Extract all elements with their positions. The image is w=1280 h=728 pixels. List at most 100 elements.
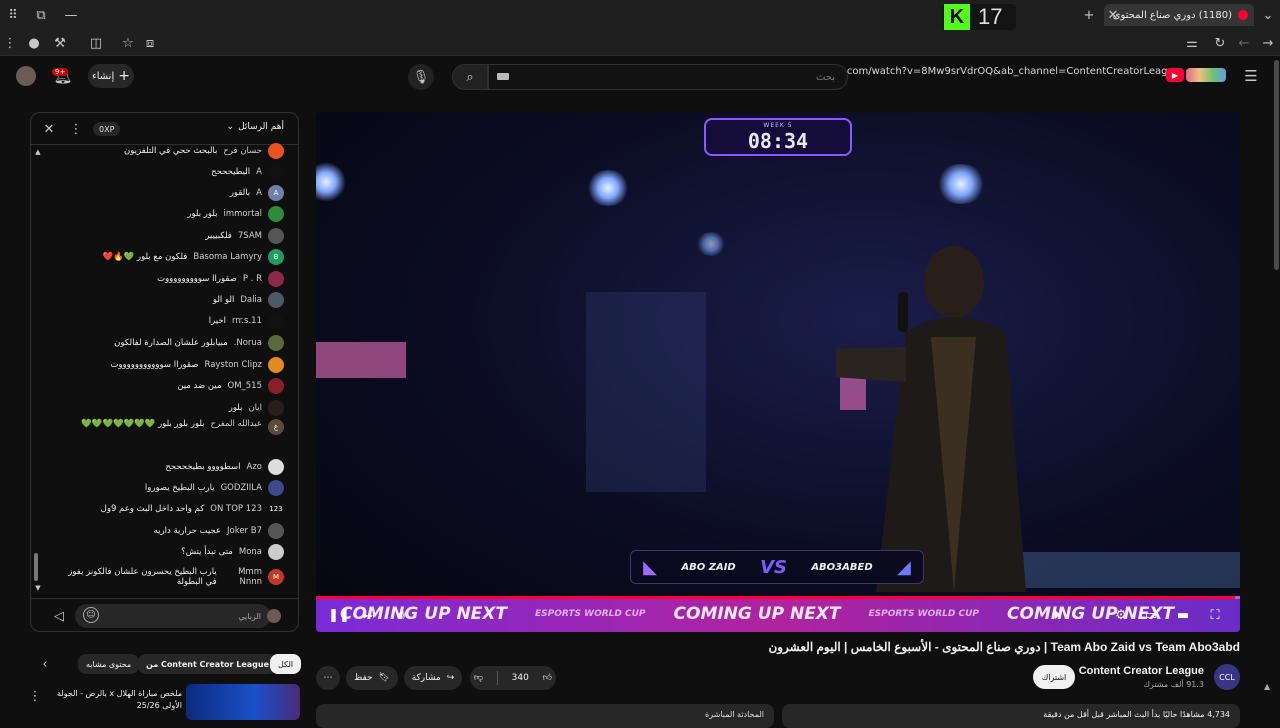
chat-author[interactable]: GODZIILA	[221, 483, 262, 493]
dislike-icon[interactable]: 👎︎	[474, 673, 483, 683]
chat-author[interactable]: Mona	[239, 547, 262, 557]
new-tab-icon[interactable]: +	[1080, 6, 1098, 24]
chat-message[interactable]: M Mmm Nnnn يارب البطيخ يحسرون علشان فالكون…	[64, 564, 284, 590]
close-chat-icon[interactable]: ✕	[41, 121, 57, 137]
chat-author[interactable]: Rayston Clipz	[204, 360, 262, 370]
chat-author[interactable]: A	[256, 167, 262, 177]
send-icon[interactable]: ◁	[51, 608, 67, 624]
chat-message[interactable]: Norua. مبيابلور علشان الصدارة لفالكون	[114, 333, 284, 353]
create-button[interactable]: إنشاء +	[88, 64, 134, 88]
channel-name[interactable]: Content Creator League	[1079, 665, 1204, 677]
chat-options-icon[interactable]: ⋮	[69, 121, 83, 137]
chat-author[interactable]: حسان فرح	[223, 146, 262, 156]
chat-message[interactable]: Azo اسطوووو بطيخحححح	[165, 457, 284, 477]
progress-bar[interactable]	[316, 596, 1240, 599]
search-button[interactable]: ⌕	[452, 64, 488, 90]
miniplayer-icon[interactable]: ▭	[1142, 606, 1160, 624]
chat-author[interactable]: OM_515	[228, 381, 263, 391]
chat-author[interactable]: Azo	[247, 462, 262, 472]
recommended-thumbnail[interactable]	[186, 684, 300, 720]
back-icon[interactable]: →	[1260, 34, 1276, 52]
site-settings-icon[interactable]: ⚌	[1184, 34, 1200, 52]
menu-icon[interactable]: ⋮	[2, 34, 18, 52]
chat-message[interactable]: B Basoma Lamyry فلكون مع بلور 💚🔥❤️	[103, 247, 284, 267]
doodle-logo[interactable]	[1186, 68, 1226, 82]
profile-icon[interactable]: ●	[26, 34, 42, 52]
subscribe-button[interactable]: اشتراك	[1033, 665, 1075, 689]
live-chat-replay-box[interactable]: المحادثة المباشرة	[316, 704, 774, 728]
chat-message[interactable]: rrr.s.11 اخيرا	[209, 311, 284, 331]
extensions-icon[interactable]: ⚒	[52, 34, 68, 52]
chat-author[interactable]: Mmm Nnnn	[223, 567, 262, 587]
chat-author[interactable]: immortal	[223, 209, 262, 219]
hamburger-menu-icon[interactable]: ☰	[1242, 66, 1260, 86]
minimize-icon[interactable]: —	[62, 6, 80, 24]
chat-message[interactable]: 7SAM فلكبييير	[205, 226, 284, 246]
chat-message-input[interactable]: الزبايي	[75, 604, 271, 628]
chat-author[interactable]: 123 ON TOP	[210, 504, 262, 514]
settings-gear-icon[interactable]: ⚙	[1112, 606, 1130, 624]
pause-icon[interactable]: ❚❚	[328, 606, 350, 624]
install-icon[interactable]: ⧈	[142, 34, 158, 52]
chat-message[interactable]: Rayston Clipz صقوراا سوووووووووووت	[110, 355, 284, 375]
chat-author[interactable]: rrr.s.11	[232, 316, 262, 326]
chip-related[interactable]: محتوى مشابه	[78, 654, 140, 674]
video-player[interactable]: WEEK 5 08:34 ◣ ABO ZAID VS ABO3ABED ◢ CO…	[316, 112, 1240, 632]
address-url[interactable]: youtube.com/watch?v=8Mw9srVdrOQ&ab_chann…	[803, 66, 1180, 77]
chat-message[interactable]: Dalia الو الو	[213, 290, 284, 310]
chips-prev-icon[interactable]: ‹	[38, 656, 52, 672]
next-icon[interactable]: ⏭︎	[360, 606, 378, 624]
more-actions-button[interactable]: ⋯	[316, 666, 340, 690]
recommended-menu-icon[interactable]: ⋮	[28, 688, 42, 704]
chat-author[interactable]: P . R	[243, 274, 262, 284]
voice-search-icon[interactable]: 🎙︎	[408, 64, 434, 90]
chip-from-channel[interactable]: من Content Creator League	[138, 654, 278, 674]
chat-mode-select[interactable]: أهم الرسائل ⌄	[227, 122, 284, 132]
forward-icon[interactable]: ←	[1236, 34, 1252, 52]
recommended-video-title[interactable]: ملخص مباراة الهلال x بالرض - الجولة الأو…	[50, 688, 182, 714]
chat-message[interactable]: OM_515 مين ضد مين	[177, 376, 284, 396]
puzzle-icon[interactable]: ◫	[88, 34, 104, 52]
channel-avatar[interactable]: CCL	[1214, 664, 1240, 690]
scroll-arrow-icon[interactable]: ▲	[1264, 682, 1272, 692]
chat-author[interactable]: Joker B7	[227, 526, 262, 536]
chat-author[interactable]: عبدالله المفرح	[211, 419, 262, 429]
tab-search-icon[interactable]: ⌄	[1260, 6, 1276, 24]
chat-message[interactable]: P . R صقوراا سوووووووووت	[157, 269, 284, 289]
chat-author[interactable]: ايان	[248, 403, 262, 413]
chat-author[interactable]: 7SAM	[238, 231, 262, 241]
restore-icon[interactable]: ⧉	[32, 6, 50, 24]
keyboard-icon[interactable]	[497, 73, 509, 80]
chat-message[interactable]: immortal بلور بلور	[187, 204, 284, 224]
account-avatar[interactable]	[16, 66, 36, 86]
fullscreen-icon[interactable]: ⛶	[1206, 606, 1224, 624]
description-box[interactable]: 4,734 مشاهدًا حاليًا بدأ البث المباشر قب…	[782, 704, 1240, 728]
chat-author[interactable]: A	[256, 188, 262, 198]
volume-icon[interactable]: 🔊︎	[392, 606, 410, 624]
chat-scrollbar[interactable]	[34, 553, 38, 581]
save-button[interactable]: حفظ 🔖︎	[346, 666, 398, 690]
like-count[interactable]: 340	[512, 673, 529, 683]
chip-all[interactable]: الكل	[270, 654, 302, 674]
browser-tab[interactable]: (1180) دوري صناع المحتوى	[1104, 4, 1254, 26]
chat-message[interactable]: 123 123 ON TOP كم واحد داخل البث وعم 9ول	[101, 499, 284, 519]
autoplay-toggle-icon[interactable]: ⏵	[1048, 606, 1066, 624]
chat-author[interactable]: Dalia	[240, 295, 262, 305]
like-icon[interactable]: 👍︎	[543, 673, 552, 683]
chat-author[interactable]: Norua.	[234, 338, 262, 348]
chat-message[interactable]: ايان بلور	[229, 398, 284, 418]
chat-message[interactable]: ع عبدالله المفرح بلور بلور بلور 💚💚💚💚💚💚💚	[44, 419, 284, 453]
chat-message[interactable]: GODZIILA يارب البطيخ يصوروا	[145, 478, 284, 498]
tab-close-icon[interactable]: ✕	[1105, 6, 1121, 24]
chat-author[interactable]: Basoma Lamyry	[193, 252, 262, 262]
emoji-icon[interactable]: ☺	[83, 607, 99, 623]
theater-mode-icon[interactable]: ▬	[1174, 606, 1192, 624]
bookmark-star-icon[interactable]: ☆	[120, 34, 136, 52]
share-button[interactable]: مشاركة ↪	[404, 666, 462, 690]
reload-icon[interactable]: ↻	[1212, 34, 1228, 52]
chat-message[interactable]: Joker B7 عجيب حرارية داريه	[154, 521, 284, 541]
chat-message[interactable]: A البطيحححح	[211, 162, 284, 182]
youtube-logo-icon[interactable]: ▶	[1166, 68, 1184, 82]
chat-message[interactable]: حسان فرح بالبحث ححي في التلفزيون	[124, 141, 284, 161]
chat-message[interactable]: Mona متى تبدأ يتش؟	[181, 542, 284, 562]
